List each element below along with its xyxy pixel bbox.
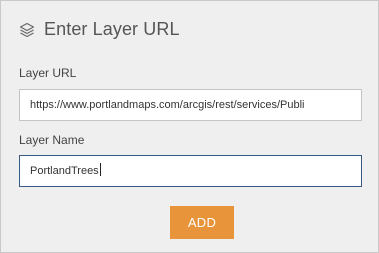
layer-url-value: https://www.portlandmaps.com/arcgis/rest… — [30, 99, 305, 111]
text-caret — [99, 163, 101, 176]
layer-name-label: Layer Name — [19, 133, 85, 147]
layer-name-value: PortlandTrees — [30, 165, 99, 177]
layer-url-input[interactable]: https://www.portlandmaps.com/arcgis/rest… — [19, 89, 362, 121]
panel-title: Enter Layer URL — [44, 19, 180, 39]
add-button[interactable]: ADD — [170, 206, 234, 239]
layer-name-input[interactable]: PortlandTrees — [19, 155, 362, 187]
layer-url-label: Layer URL — [19, 66, 77, 80]
add-layer-panel: Enter Layer URL Layer URL https://www.po… — [0, 0, 379, 253]
panel-header: Enter Layer URL — [19, 19, 180, 40]
layers-icon — [19, 22, 35, 37]
